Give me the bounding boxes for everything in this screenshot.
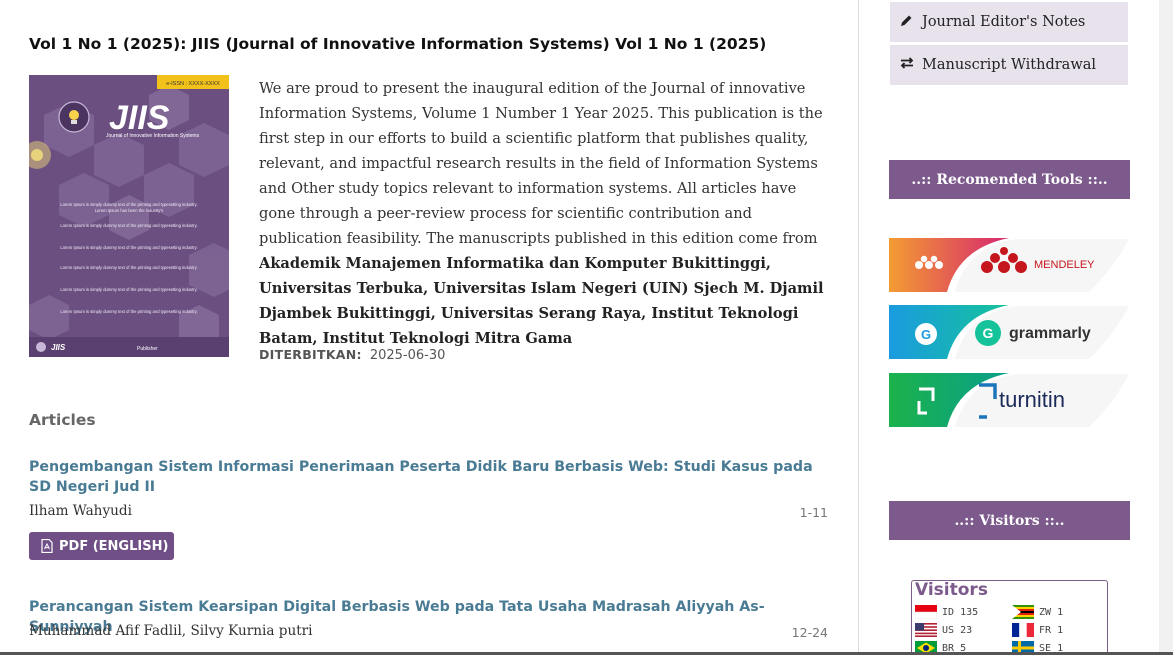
flag-us-icon (915, 623, 937, 637)
article-title-link[interactable]: Pengembangan Sistem Informasi Penerimaan… (29, 457, 829, 497)
article-pages: 12-24 (791, 625, 828, 640)
article-authors: Ilham Wahyudi (29, 503, 132, 519)
country-code: ZW (1039, 606, 1052, 618)
svg-text:JIIS: JIIS (109, 99, 170, 137)
visitor-widget-title: Visitors (915, 580, 988, 600)
visitor-row: ZW 1 (1012, 605, 1063, 619)
visitor-count: 1 (1057, 624, 1064, 636)
svg-text:grammarly: grammarly (1009, 325, 1091, 342)
svg-text:Lorem Ipsum is simply dummy te: Lorem Ipsum is simply dummy text of the … (60, 265, 197, 270)
svg-text:Lorem Ipsum is simply dummy te: Lorem Ipsum is simply dummy text of the … (60, 245, 197, 250)
visitor-row: ID 135 (915, 605, 978, 619)
main-content: Vol 1 No 1 (2025): JIIS (Journal of Inno… (0, 0, 858, 655)
visitors-block-title: ..:: Visitors ::.. (889, 501, 1130, 540)
country-code: ID (942, 606, 955, 618)
svg-text:Lorem Ipsum is simply dummy te: Lorem Ipsum is simply dummy text of the … (60, 202, 197, 207)
svg-text:Lorem Ipsum is simply dummy te: Lorem Ipsum is simply dummy text of the … (60, 309, 197, 314)
articles-heading: Articles (29, 411, 96, 429)
svg-text:e-ISSN : XXXX-XXXX: e-ISSN : XXXX-XXXX (166, 81, 220, 87)
pencil-icon (900, 14, 916, 31)
published-label: DITERBITKAN: (259, 347, 362, 362)
description-intro: We are proud to present the inaugural ed… (259, 80, 823, 247)
sidebar: Journal Editor's Notes Manuscript Withdr… (859, 0, 1159, 655)
issue-description: We are proud to present the inaugural ed… (259, 76, 829, 351)
grammarly-logo: G G grammarly (889, 305, 1129, 359)
visitor-count: 23 (960, 624, 973, 636)
visitor-count: 1 (1057, 606, 1064, 618)
mendeley-link[interactable]: MENDELEY (889, 238, 1129, 292)
pdf-button-label: PDF (ENGLISH) (59, 538, 169, 554)
pdf-download-button[interactable]: PDF (ENGLISH) (29, 532, 174, 560)
svg-text:Publisher: Publisher (137, 346, 158, 352)
mendeley-logo: MENDELEY (889, 238, 1129, 292)
description-institutions: Akademik Manajemen Informatika dan Kompu… (259, 255, 824, 347)
turnitin-link[interactable]: turnitin (889, 373, 1129, 427)
svg-text:JIIS: JIIS (51, 343, 66, 352)
sidebar-link-manuscript-withdrawal[interactable]: Manuscript Withdrawal (890, 45, 1128, 85)
issue-cover-image[interactable]: e-ISSN : XXXX-XXXX JIIS Journal of Innov… (29, 75, 229, 357)
published-value: 2025-06-30 (369, 348, 446, 363)
svg-text:Journal of Innovative Informat: Journal of Innovative Information System… (106, 133, 200, 139)
visitor-row: US 23 (915, 623, 972, 637)
svg-text:G: G (983, 325, 994, 341)
svg-text:MENDELEY: MENDELEY (1034, 259, 1095, 271)
article-pages: 1-11 (799, 505, 828, 520)
visitor-count: 135 (960, 606, 979, 618)
grammarly-link[interactable]: G G grammarly (889, 305, 1129, 359)
flag-id-icon (915, 605, 937, 619)
svg-text:Lorem Ipsum has been the indus: Lorem Ipsum has been the industry's (95, 208, 164, 213)
published-date: DITERBITKAN: 2025-06-30 (259, 347, 445, 363)
issue-title: Vol 1 No 1 (2025): JIIS (Journal of Inno… (29, 35, 767, 53)
sidebar-link-label: Journal Editor's Notes (922, 14, 1086, 30)
svg-text:G: G (921, 327, 931, 342)
vertical-scrollbar[interactable] (1159, 0, 1173, 655)
sidebar-link-label: Manuscript Withdrawal (922, 57, 1097, 73)
visitor-counter-widget[interactable]: Visitors ID 135 ZW 1 US 23 FR 1 BR 5 SE … (911, 580, 1108, 655)
file-pdf-icon (41, 539, 53, 553)
article-authors: Muhammad Afif Fadlil, Silvy Kurnia putri (29, 623, 313, 639)
recommended-tools-title: ..:: Recomended Tools ::.. (889, 160, 1130, 199)
cover-artwork: e-ISSN : XXXX-XXXX JIIS Journal of Innov… (29, 75, 229, 357)
turnitin-logo: turnitin (889, 373, 1129, 427)
svg-text:turnitin: turnitin (999, 387, 1065, 412)
exchange-icon (900, 57, 916, 73)
svg-text:Lorem Ipsum is simply dummy te: Lorem Ipsum is simply dummy text of the … (60, 223, 197, 228)
country-code: FR (1039, 624, 1052, 636)
country-code: US (942, 624, 955, 636)
flag-zw-icon (1012, 605, 1034, 619)
svg-text:Lorem Ipsum is simply dummy te: Lorem Ipsum is simply dummy text of the … (60, 287, 197, 292)
flag-fr-icon (1012, 623, 1034, 637)
sidebar-link-editor-notes[interactable]: Journal Editor's Notes (890, 2, 1128, 42)
visitor-row: FR 1 (1012, 623, 1063, 637)
